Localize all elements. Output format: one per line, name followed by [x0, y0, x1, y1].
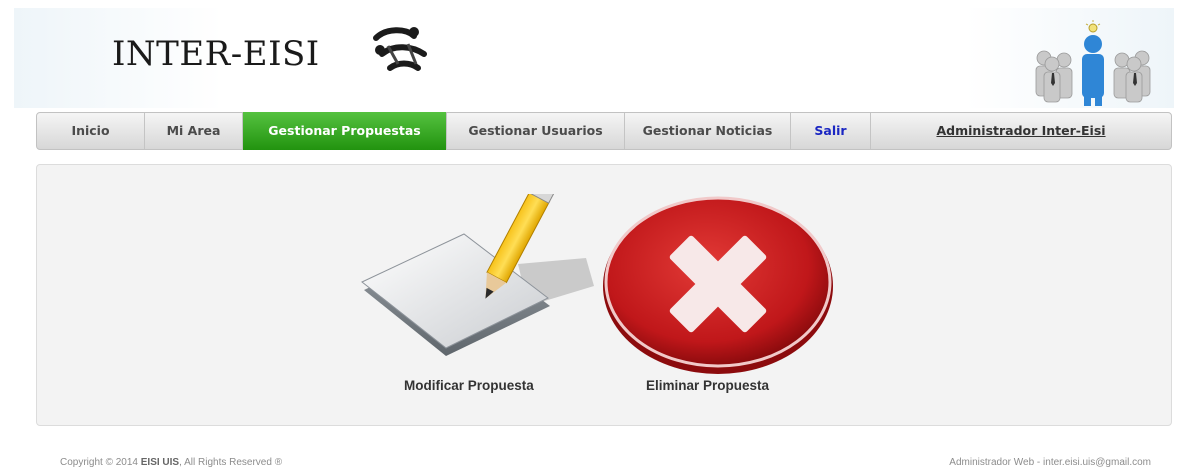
nav-item-salir[interactable]: Salir — [791, 113, 871, 149]
pencil-paper-icon[interactable] — [358, 194, 608, 364]
interlinked-figures-logo-icon — [373, 27, 427, 71]
nav-item-mi-area[interactable]: Mi Area — [145, 113, 243, 149]
modify-proposal-label[interactable]: Modificar Propuesta — [404, 378, 534, 393]
nav-item-administrador[interactable]: Administrador Inter-Eisi — [871, 113, 1171, 149]
footer-copyright-prefix: Copyright © 2014 — [60, 457, 141, 468]
nav-item-inicio[interactable]: Inicio — [37, 113, 145, 149]
red-x-circle-icon[interactable] — [598, 194, 842, 374]
footer-contact: Administrador Web - inter.eisi.uis@gmail… — [949, 457, 1151, 468]
footer-copyright: Copyright © 2014 EISI UIS, All Rights Re… — [60, 457, 282, 468]
nav-item-gestionar-usuarios[interactable]: Gestionar Usuarios — [447, 113, 625, 149]
nav-item-gestionar-noticias[interactable]: Gestionar Noticias — [625, 113, 791, 149]
delete-proposal-label[interactable]: Eliminar Propuesta — [646, 378, 769, 393]
footer-copyright-suffix: , All Rights Reserved ® — [179, 457, 283, 468]
business-team-leader-icon — [1035, 20, 1151, 106]
main-nav: Inicio Mi Area Gestionar Propuestas Gest… — [36, 112, 1172, 150]
site-logo-text[interactable]: INTER-EISI — [112, 34, 320, 74]
footer-brand: EISI UIS — [140, 457, 180, 468]
nav-item-gestionar-propuestas[interactable]: Gestionar Propuestas — [243, 112, 447, 150]
